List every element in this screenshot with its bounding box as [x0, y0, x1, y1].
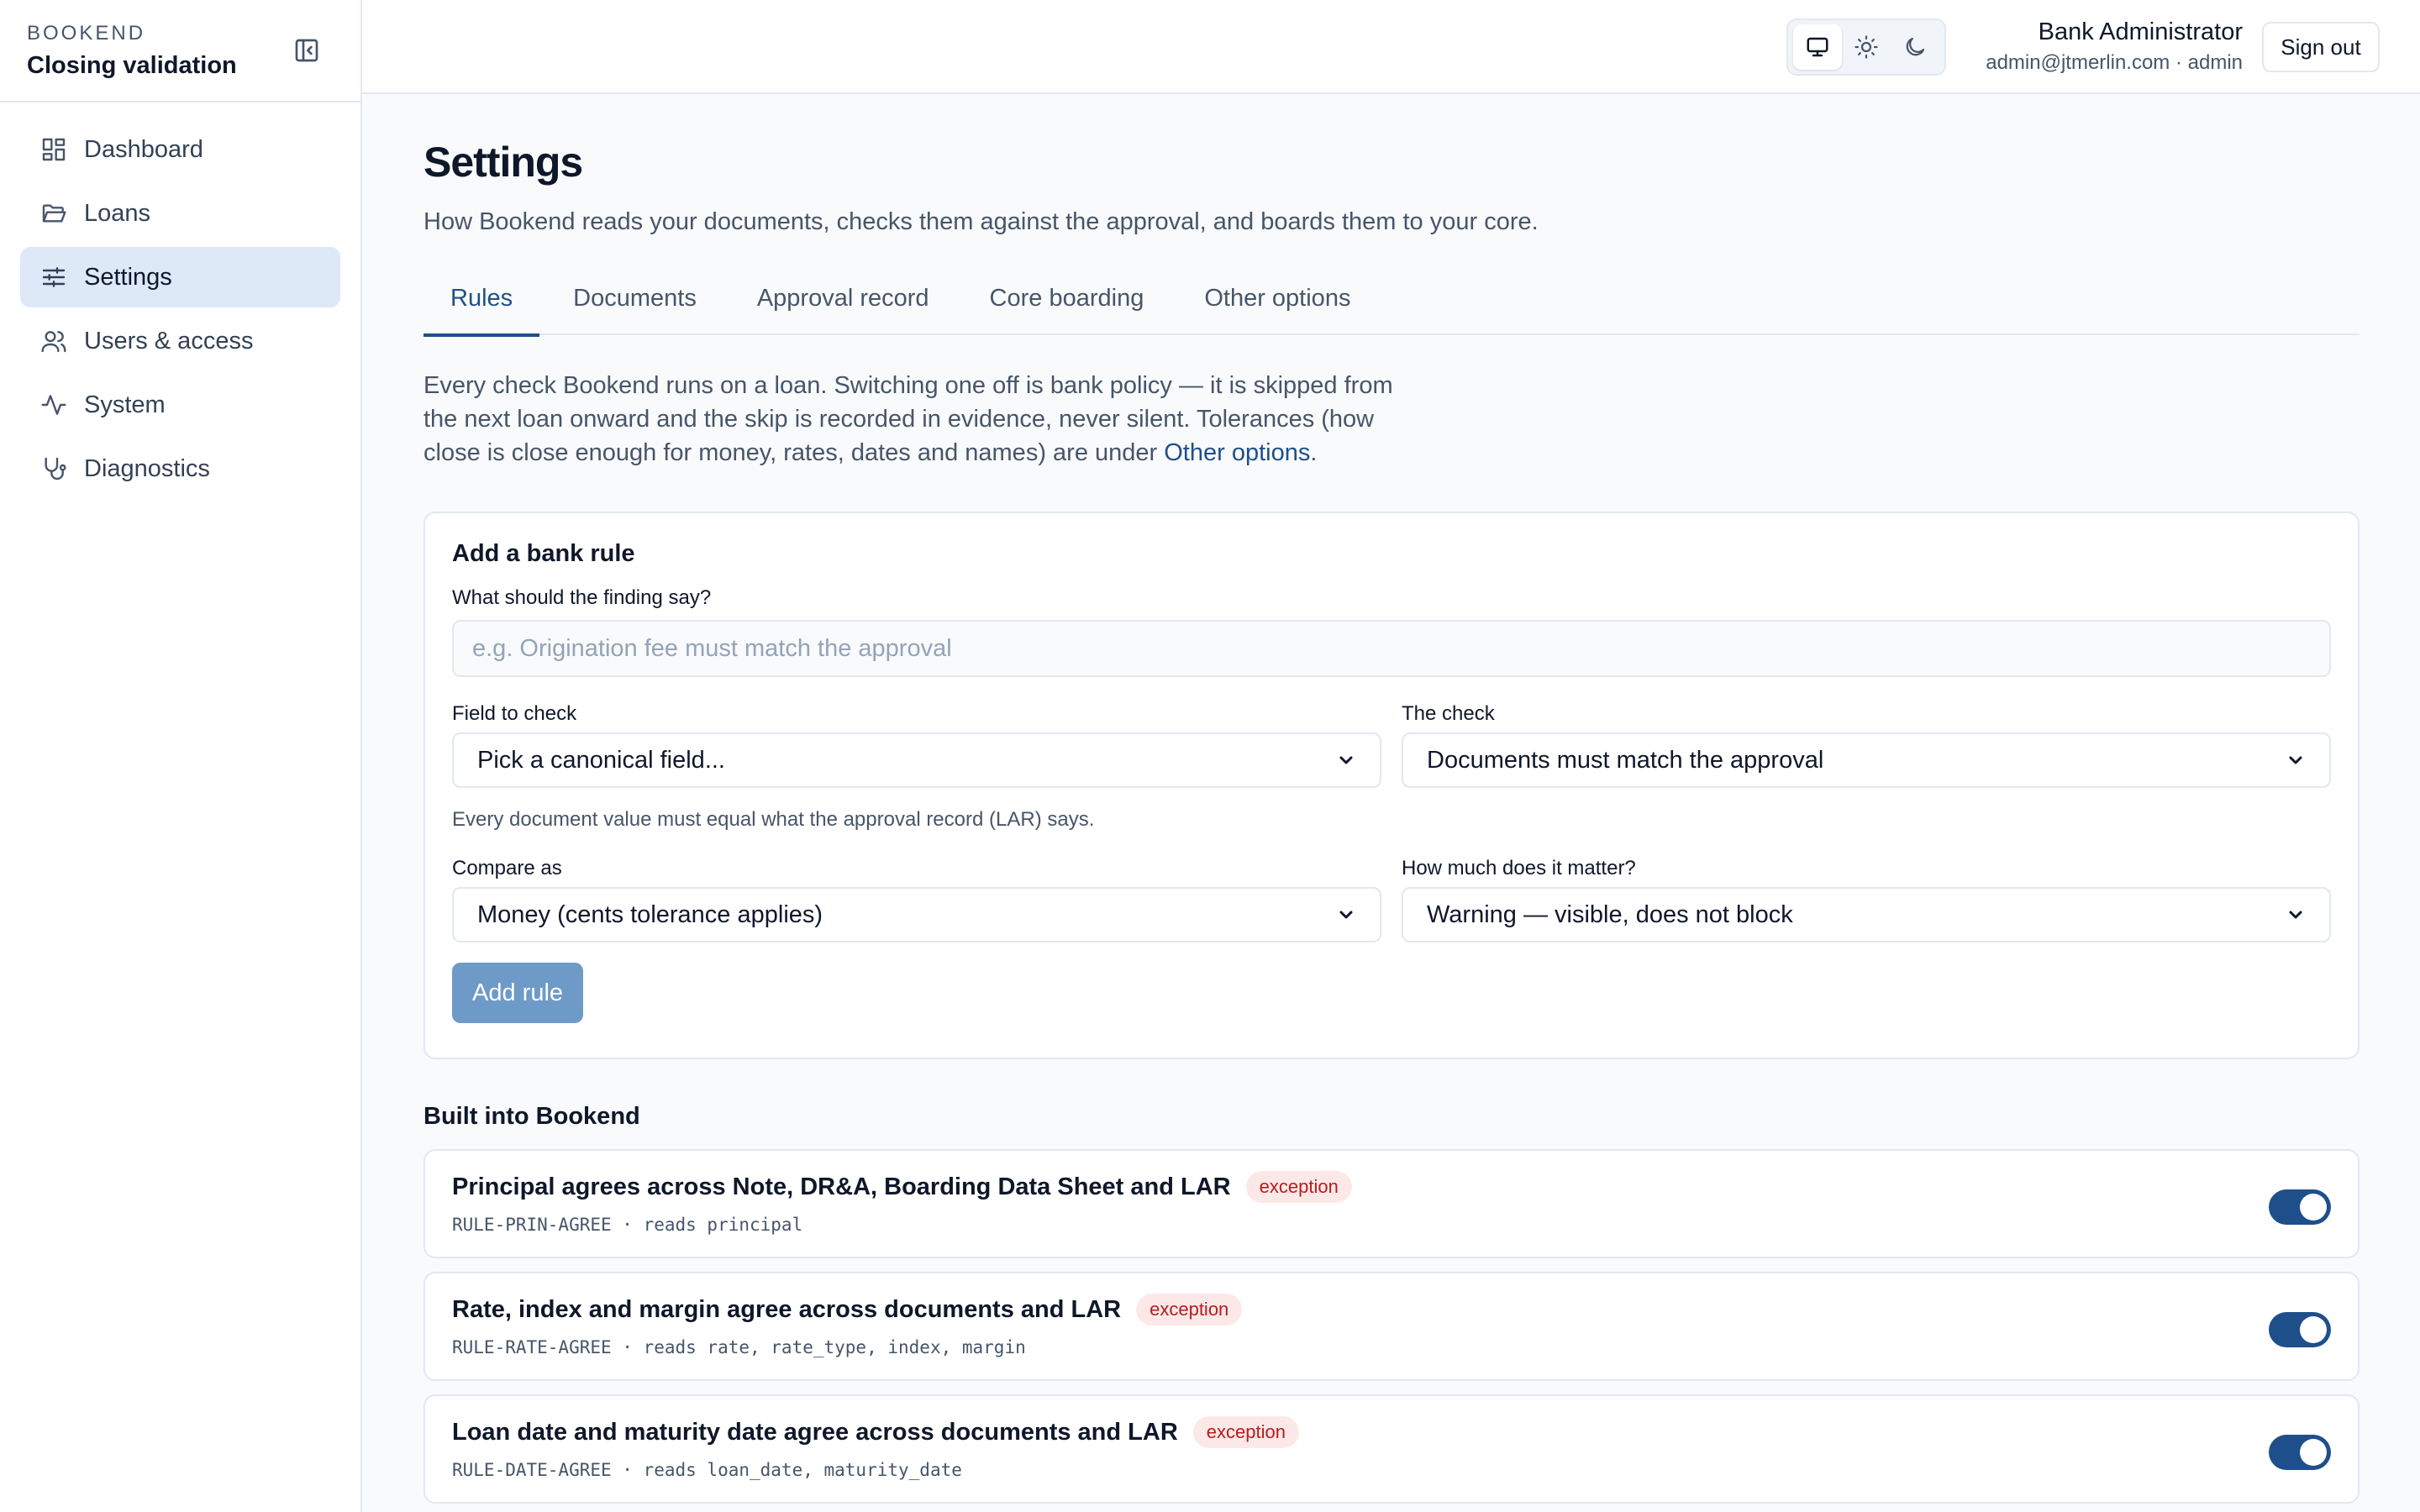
chevron-down-icon	[2289, 911, 2302, 919]
user-email-role: admin@jtmerlin.com · admin	[1986, 51, 2243, 74]
sidebar-collapse-icon[interactable]	[293, 37, 320, 64]
sidebar-item-users[interactable]: Users & access	[20, 311, 340, 371]
check-select[interactable]: Documents must match the approval	[1402, 732, 2331, 788]
finding-label: What should the finding say?	[452, 586, 712, 609]
check-value: Documents must match the approval	[1427, 746, 1824, 774]
users-icon	[41, 331, 66, 353]
rule-card: Rate, index and margin agree across docu…	[424, 1272, 2360, 1381]
other-options-link[interactable]: Other options	[1164, 439, 1310, 466]
theme-dark-button[interactable]	[1891, 24, 1939, 70]
rule-title: Loan date and maturity date agree across…	[452, 1416, 2331, 1448]
sign-out-button[interactable]: Sign out	[2262, 22, 2380, 72]
rule-toggle[interactable]	[2269, 1189, 2331, 1225]
rule-card: Loan date and maturity date agree across…	[424, 1394, 2360, 1504]
intro-suffix: .	[1310, 439, 1318, 466]
sidebar-item-system[interactable]: System	[20, 375, 340, 435]
add-rule-card: Add a bank rule What should the finding …	[424, 512, 2360, 1059]
severity-value: Warning — visible, does not block	[1427, 900, 1793, 928]
sidebar-item-label: Loans	[84, 199, 151, 227]
sidebar: BOOKEND Closing validation Dashboard Loa…	[0, 0, 362, 1512]
compare-as-select[interactable]: Money (cents tolerance applies)	[452, 887, 1381, 942]
sidebar-item-label: Dashboard	[84, 135, 203, 163]
page-title: Settings	[424, 139, 583, 186]
chevron-down-icon	[1339, 911, 1353, 919]
theme-light-button[interactable]	[1842, 24, 1891, 70]
compare-as-label: Compare as	[452, 857, 562, 879]
activity-icon	[41, 395, 66, 415]
sidebar-item-dashboard[interactable]: Dashboard	[20, 119, 340, 180]
sliders-icon	[42, 267, 66, 287]
severity-select[interactable]: Warning — visible, does not block	[1402, 887, 2331, 942]
rule-title: Rate, index and margin agree across docu…	[452, 1294, 2331, 1326]
sidebar-item-label: System	[84, 391, 166, 418]
severity-badge: exception	[1192, 1416, 1299, 1448]
severity-label: How much does it matter?	[1402, 857, 1636, 879]
top-bar: Bank Administrator admin@jtmerlin.com · …	[362, 0, 2420, 94]
check-label: The check	[1402, 702, 1495, 725]
rule-meta: RULE-PRIN-AGREE · reads principal	[452, 1215, 803, 1235]
severity-badge: exception	[1245, 1171, 1352, 1203]
sidebar-item-loans[interactable]: Loans	[20, 183, 340, 244]
theme-switcher	[1786, 18, 1946, 76]
tab-rules[interactable]: Rules	[424, 271, 540, 337]
rules-intro: Every check Bookend runs on a loan. Swit…	[424, 369, 1423, 470]
add-rule-title: Add a bank rule	[452, 540, 635, 567]
rule-meta: RULE-DATE-AGREE · reads loan_date, matur…	[452, 1460, 962, 1480]
page-subtitle: How Bookend reads your documents, checks…	[424, 208, 1539, 235]
sidebar-item-label: Settings	[84, 263, 172, 291]
user-info: Bank Administrator admin@jtmerlin.com · …	[1986, 18, 2243, 75]
sidebar-item-label: Users & access	[84, 327, 254, 354]
compare-as-value: Money (cents tolerance applies)	[477, 900, 823, 928]
tab-other-options[interactable]: Other options	[1177, 271, 1377, 335]
rule-title: Principal agrees across Note, DR&A, Boar…	[452, 1171, 2331, 1203]
sidebar-item-label: Diagnostics	[84, 454, 210, 482]
stethoscope-icon	[45, 457, 66, 480]
severity-badge: exception	[1136, 1294, 1243, 1326]
brand: BOOKEND Closing validation	[0, 0, 360, 102]
rule-toggle[interactable]	[2269, 1435, 2331, 1470]
finding-input[interactable]	[452, 620, 2331, 677]
built-in-title: Built into Bookend	[424, 1103, 640, 1130]
rule-name: Loan date and maturity date agree across…	[452, 1418, 1178, 1446]
add-rule-button[interactable]: Add rule	[452, 963, 584, 1023]
rule-name: Rate, index and margin agree across docu…	[452, 1295, 1122, 1323]
user-name: Bank Administrator	[2038, 18, 2243, 45]
rule-card: Principal agrees across Note, DR&A, Boar…	[424, 1149, 2360, 1258]
tab-documents[interactable]: Documents	[546, 271, 723, 335]
field-to-check-label: Field to check	[452, 702, 577, 725]
main-content: Settings How Bookend reads your document…	[424, 94, 2360, 1504]
sidebar-item-settings[interactable]: Settings	[20, 247, 340, 307]
tab-approval-record[interactable]: Approval record	[730, 271, 956, 335]
sun-icon	[1854, 35, 1878, 59]
rule-meta: RULE-RATE-AGREE · reads rate, rate_type,…	[452, 1337, 1026, 1357]
sidebar-item-diagnostics[interactable]: Diagnostics	[20, 438, 340, 499]
moon-icon	[1906, 37, 1925, 56]
sidebar-nav: Dashboard Loans Settings Users & access	[0, 102, 360, 519]
tab-core-boarding[interactable]: Core boarding	[963, 271, 1171, 335]
rule-name: Principal agrees across Note, DR&A, Boar…	[452, 1173, 1231, 1200]
field-to-check-value: Pick a canonical field...	[477, 746, 725, 774]
dashboard-icon	[42, 138, 66, 161]
rule-toggle[interactable]	[2269, 1312, 2331, 1347]
theme-system-button[interactable]	[1793, 24, 1842, 70]
chevron-down-icon	[2289, 756, 2302, 764]
check-hint: Every document value must equal what the…	[452, 808, 1095, 831]
field-to-check-select[interactable]: Pick a canonical field...	[452, 732, 1381, 788]
chevron-down-icon	[1339, 756, 1353, 764]
settings-tabs: Rules Documents Approval record Core boa…	[424, 271, 2360, 337]
folder-icon	[42, 204, 66, 223]
monitor-icon	[1807, 37, 1828, 57]
